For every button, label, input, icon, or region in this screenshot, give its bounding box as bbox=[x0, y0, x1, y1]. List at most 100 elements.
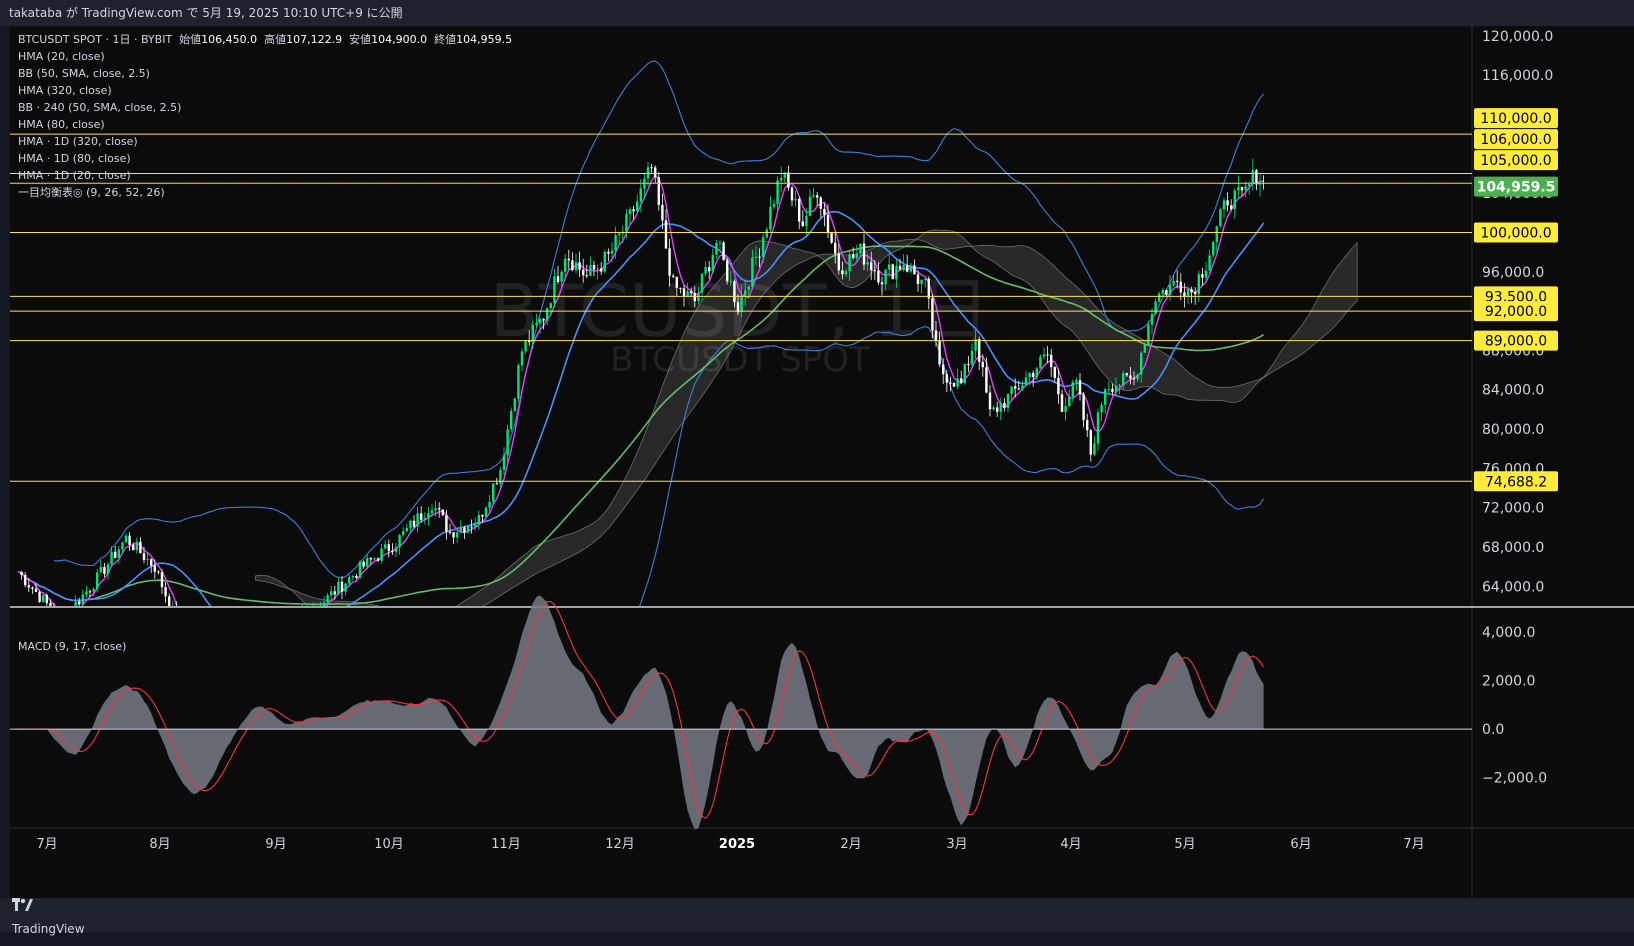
legend-symbol[interactable]: BTCUSDT SPOT · 1日 · BYBIT bbox=[18, 33, 172, 46]
candle-body bbox=[1186, 289, 1190, 297]
candle-body bbox=[546, 308, 549, 321]
macd-tick-label: 2,000.0 bbox=[1482, 674, 1535, 690]
candle-body bbox=[823, 208, 826, 215]
candle-body bbox=[1215, 226, 1218, 243]
candle-body bbox=[197, 642, 199, 645]
indicator-bb50[interactable]: BB (50, SMA, close, 2.5) bbox=[18, 65, 512, 82]
candle-body bbox=[697, 292, 700, 302]
candle-body bbox=[837, 253, 840, 271]
indicator-hma1d-80[interactable]: HMA · 1D (80, close) bbox=[18, 150, 512, 167]
candle-body bbox=[805, 215, 808, 227]
candle-body bbox=[902, 265, 905, 270]
candle-body bbox=[1014, 386, 1017, 389]
indicator-hma20[interactable]: HMA (20, close) bbox=[18, 48, 512, 65]
candle-body bbox=[1071, 382, 1074, 397]
candle-body bbox=[265, 626, 267, 627]
candle-body bbox=[1122, 372, 1125, 386]
candle-body bbox=[251, 620, 253, 626]
candle-body bbox=[654, 167, 657, 178]
price-tick-label: 116,000.0 bbox=[1482, 68, 1553, 84]
candle-body bbox=[848, 254, 851, 272]
candle-body bbox=[574, 262, 578, 271]
candle-body bbox=[380, 548, 383, 561]
candle-body bbox=[312, 609, 314, 615]
candle-body bbox=[999, 402, 1002, 412]
indicator-ichimoku[interactable]: 一目均衡表◎ (9, 26, 52, 26) bbox=[18, 184, 512, 201]
indicator-hma320[interactable]: HMA (320, close) bbox=[18, 82, 512, 99]
candle-body bbox=[1024, 377, 1028, 386]
candle-body bbox=[852, 254, 855, 258]
candle-body bbox=[600, 268, 603, 272]
price-tick-label: 120,000.0 bbox=[1482, 29, 1553, 45]
indicator-hma80[interactable]: HMA (80, close) bbox=[18, 116, 512, 133]
candle-body bbox=[931, 298, 934, 331]
candle-body bbox=[463, 527, 466, 533]
candle-body bbox=[1136, 374, 1139, 380]
candle-body bbox=[1208, 255, 1211, 271]
tradingview-logo[interactable]: TradingView bbox=[12, 898, 85, 946]
candle-body bbox=[38, 591, 41, 602]
candle-body bbox=[1237, 186, 1240, 191]
level-label-text: 105,000.0 bbox=[1480, 153, 1551, 169]
candle-body bbox=[798, 198, 801, 222]
candle-body bbox=[884, 269, 887, 285]
candle-body bbox=[1064, 405, 1067, 412]
time-tick-label: 10月 bbox=[374, 837, 404, 852]
candle-body bbox=[322, 602, 326, 606]
candle-body bbox=[819, 197, 822, 209]
candle-body bbox=[650, 167, 653, 169]
candle-body bbox=[211, 650, 213, 652]
candle-body bbox=[1132, 378, 1136, 380]
candle-body bbox=[549, 303, 552, 309]
level-label-text: 74,688.2 bbox=[1485, 474, 1547, 490]
indicator-macd[interactable]: MACD (9, 17, close) bbox=[18, 638, 126, 655]
price-tick-label: 64,000.0 bbox=[1482, 579, 1544, 595]
candle-body bbox=[704, 267, 707, 274]
candle-body bbox=[675, 276, 678, 288]
candle-body bbox=[1176, 280, 1179, 282]
candle-body bbox=[1057, 377, 1060, 395]
candle-body bbox=[841, 270, 844, 275]
candle-body bbox=[502, 455, 506, 470]
candle-body bbox=[254, 620, 256, 625]
candle-body bbox=[366, 557, 369, 567]
candle-body bbox=[679, 287, 682, 289]
candle-body bbox=[53, 610, 55, 616]
candle-body bbox=[639, 188, 642, 202]
candle-body bbox=[636, 201, 639, 212]
candle-body bbox=[298, 612, 300, 613]
candle-body bbox=[927, 278, 930, 299]
candle-body bbox=[1168, 284, 1172, 295]
candle-body bbox=[553, 276, 556, 304]
candle-body bbox=[412, 520, 416, 527]
candle-body bbox=[60, 613, 62, 619]
candle-body bbox=[862, 243, 866, 265]
candle-body bbox=[877, 270, 880, 283]
candle-body bbox=[769, 206, 772, 230]
candle-body bbox=[376, 558, 380, 561]
candle-body bbox=[71, 612, 73, 613]
candle-body bbox=[142, 553, 146, 560]
candle-body bbox=[305, 610, 307, 611]
candle-body bbox=[1222, 200, 1226, 210]
candle-body bbox=[780, 177, 783, 181]
indicator-hma1d-320[interactable]: HMA · 1D (320, close) bbox=[18, 133, 512, 150]
candle-body bbox=[362, 561, 365, 567]
candle-body bbox=[870, 262, 873, 271]
candle-body bbox=[247, 625, 249, 626]
candle-body bbox=[960, 378, 963, 384]
indicator-bb240[interactable]: BB · 240 (50, SMA, close, 2.5) bbox=[18, 99, 512, 116]
candle-body bbox=[294, 612, 296, 613]
candle-body bbox=[20, 571, 23, 575]
indicator-hma1d-20[interactable]: HMA · 1D (20, close) bbox=[18, 167, 512, 184]
candle-body bbox=[614, 235, 617, 251]
candle-body bbox=[258, 625, 260, 626]
time-tick-label: 9月 bbox=[265, 837, 286, 852]
candle-body bbox=[722, 242, 725, 261]
candle-body bbox=[646, 167, 650, 179]
candle-body bbox=[384, 544, 387, 549]
candle-body bbox=[430, 510, 434, 514]
candle-body bbox=[657, 177, 660, 205]
candle-body bbox=[99, 566, 102, 573]
candle-body bbox=[1021, 385, 1024, 390]
